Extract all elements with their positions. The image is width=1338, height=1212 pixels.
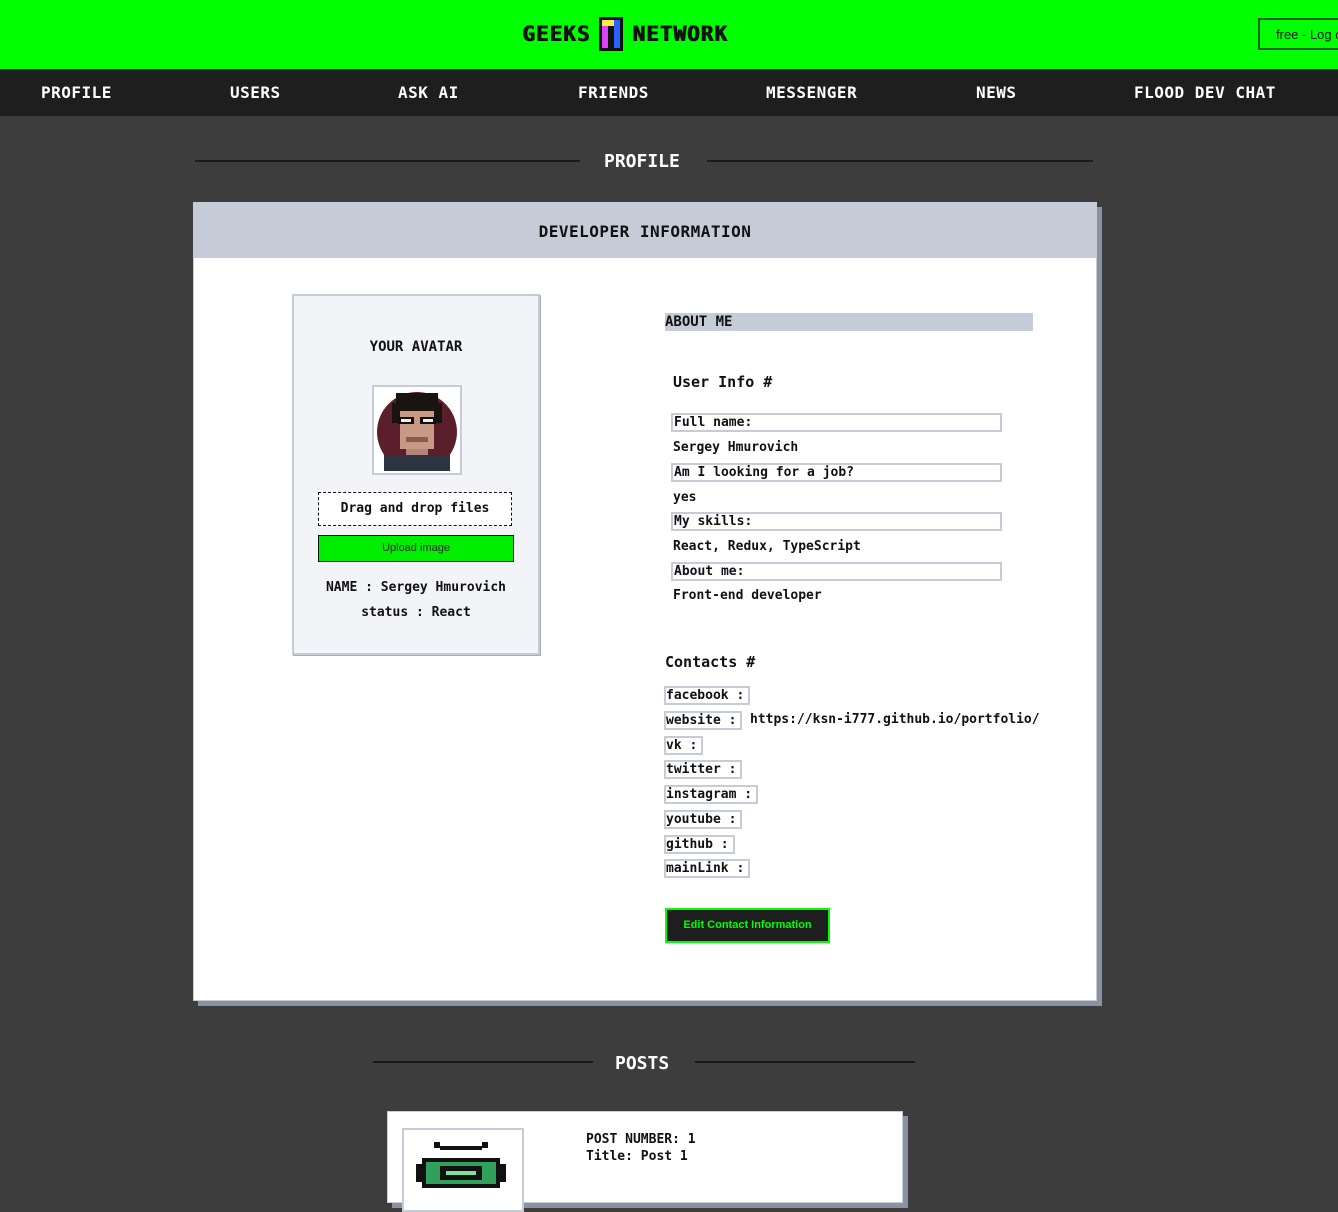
card-title: DEVELOPER INFORMATION (538, 222, 752, 241)
contact-website-label: website : (664, 711, 743, 730)
nav-users[interactable]: USERS (230, 69, 281, 116)
nav-ask-ai[interactable]: ASK AI (398, 69, 459, 116)
title-rule-right (707, 160, 1093, 162)
profile-name: NAME : Sergey Hmurovich (325, 580, 506, 595)
page-title: PROFILE (604, 151, 680, 172)
posts-title: POSTS (615, 1053, 670, 1074)
about-me-heading: ABOUT ME (665, 313, 1033, 331)
posts-rule-left (373, 1061, 593, 1063)
post-title: Title: Post 1 (586, 1149, 688, 1164)
nav-friends[interactable]: FRIENDS (578, 69, 649, 116)
site-logo[interactable]: GEEKS NETWORK (522, 14, 728, 54)
about-me-label: About me: (671, 562, 1002, 581)
contact-vk-label: vk : (664, 736, 704, 755)
main-nav: PROFILE USERS ASK AI FRIENDS MESSENGER N… (0, 69, 1338, 116)
upload-image-button[interactable]: Upload image (318, 535, 514, 562)
user-info-heading: User Info # (673, 373, 773, 391)
post-number: POST NUMBER: 1 (586, 1132, 696, 1147)
logout-button[interactable]: free - Log out (1258, 18, 1338, 50)
contact-github-label: github : (664, 835, 735, 854)
card-header: DEVELOPER INFORMATION (194, 203, 1096, 258)
avatar (372, 385, 462, 475)
job-search-value: yes (673, 490, 697, 505)
job-search-label: Am I looking for a job? (671, 463, 1002, 482)
skills-label: My skills: (671, 512, 1002, 531)
nav-news[interactable]: NEWS (976, 69, 1017, 116)
nav-messenger[interactable]: MESSENGER (766, 69, 857, 116)
nav-profile[interactable]: PROFILE (41, 69, 112, 116)
skills-value: React, Redux, TypeScript (673, 539, 861, 554)
contact-website-link[interactable]: https://ksn-i777.github.io/portfolio/ (750, 712, 1040, 727)
top-header: GEEKS NETWORK free - Log out (0, 0, 1338, 69)
full-name-label: Full name: (671, 413, 1002, 432)
edit-contact-button[interactable]: Edit Contact Information (665, 908, 830, 943)
logo-text-left: GEEKS (522, 22, 591, 46)
post-card[interactable]: POST NUMBER: 1 Title: Post 1 (387, 1111, 903, 1212)
full-name-value: Sergey Hmurovich (673, 440, 799, 455)
contact-mainlink-label: mainLink : (664, 859, 751, 878)
avatar-panel: YOUR AVATAR Drag and drop files Upload i… (292, 294, 540, 655)
logo-text-right: NETWORK (632, 22, 728, 46)
file-drop-zone[interactable]: Drag and drop files (318, 492, 512, 526)
contact-youtube-label: youtube : (664, 810, 743, 829)
nav-flood-dev-chat[interactable]: FLOOD DEV CHAT (1134, 69, 1276, 116)
avatar-title: YOUR AVATAR (369, 339, 463, 355)
contacts-heading: Contacts # (665, 653, 756, 671)
title-rule-left (195, 160, 580, 162)
logo-icon (598, 16, 624, 52)
post-image (402, 1128, 524, 1212)
contact-twitter-label: twitter : (664, 760, 743, 779)
contact-instagram-label: instagram : (664, 785, 759, 804)
posts-rule-right (695, 1061, 915, 1063)
about-me-value: Front-end developer (673, 588, 822, 603)
developer-info-card: DEVELOPER INFORMATION YOUR AVATAR Drag a… (193, 202, 1097, 1001)
profile-status[interactable]: status : React (294, 605, 538, 620)
contact-facebook-label: facebook : (664, 686, 751, 705)
